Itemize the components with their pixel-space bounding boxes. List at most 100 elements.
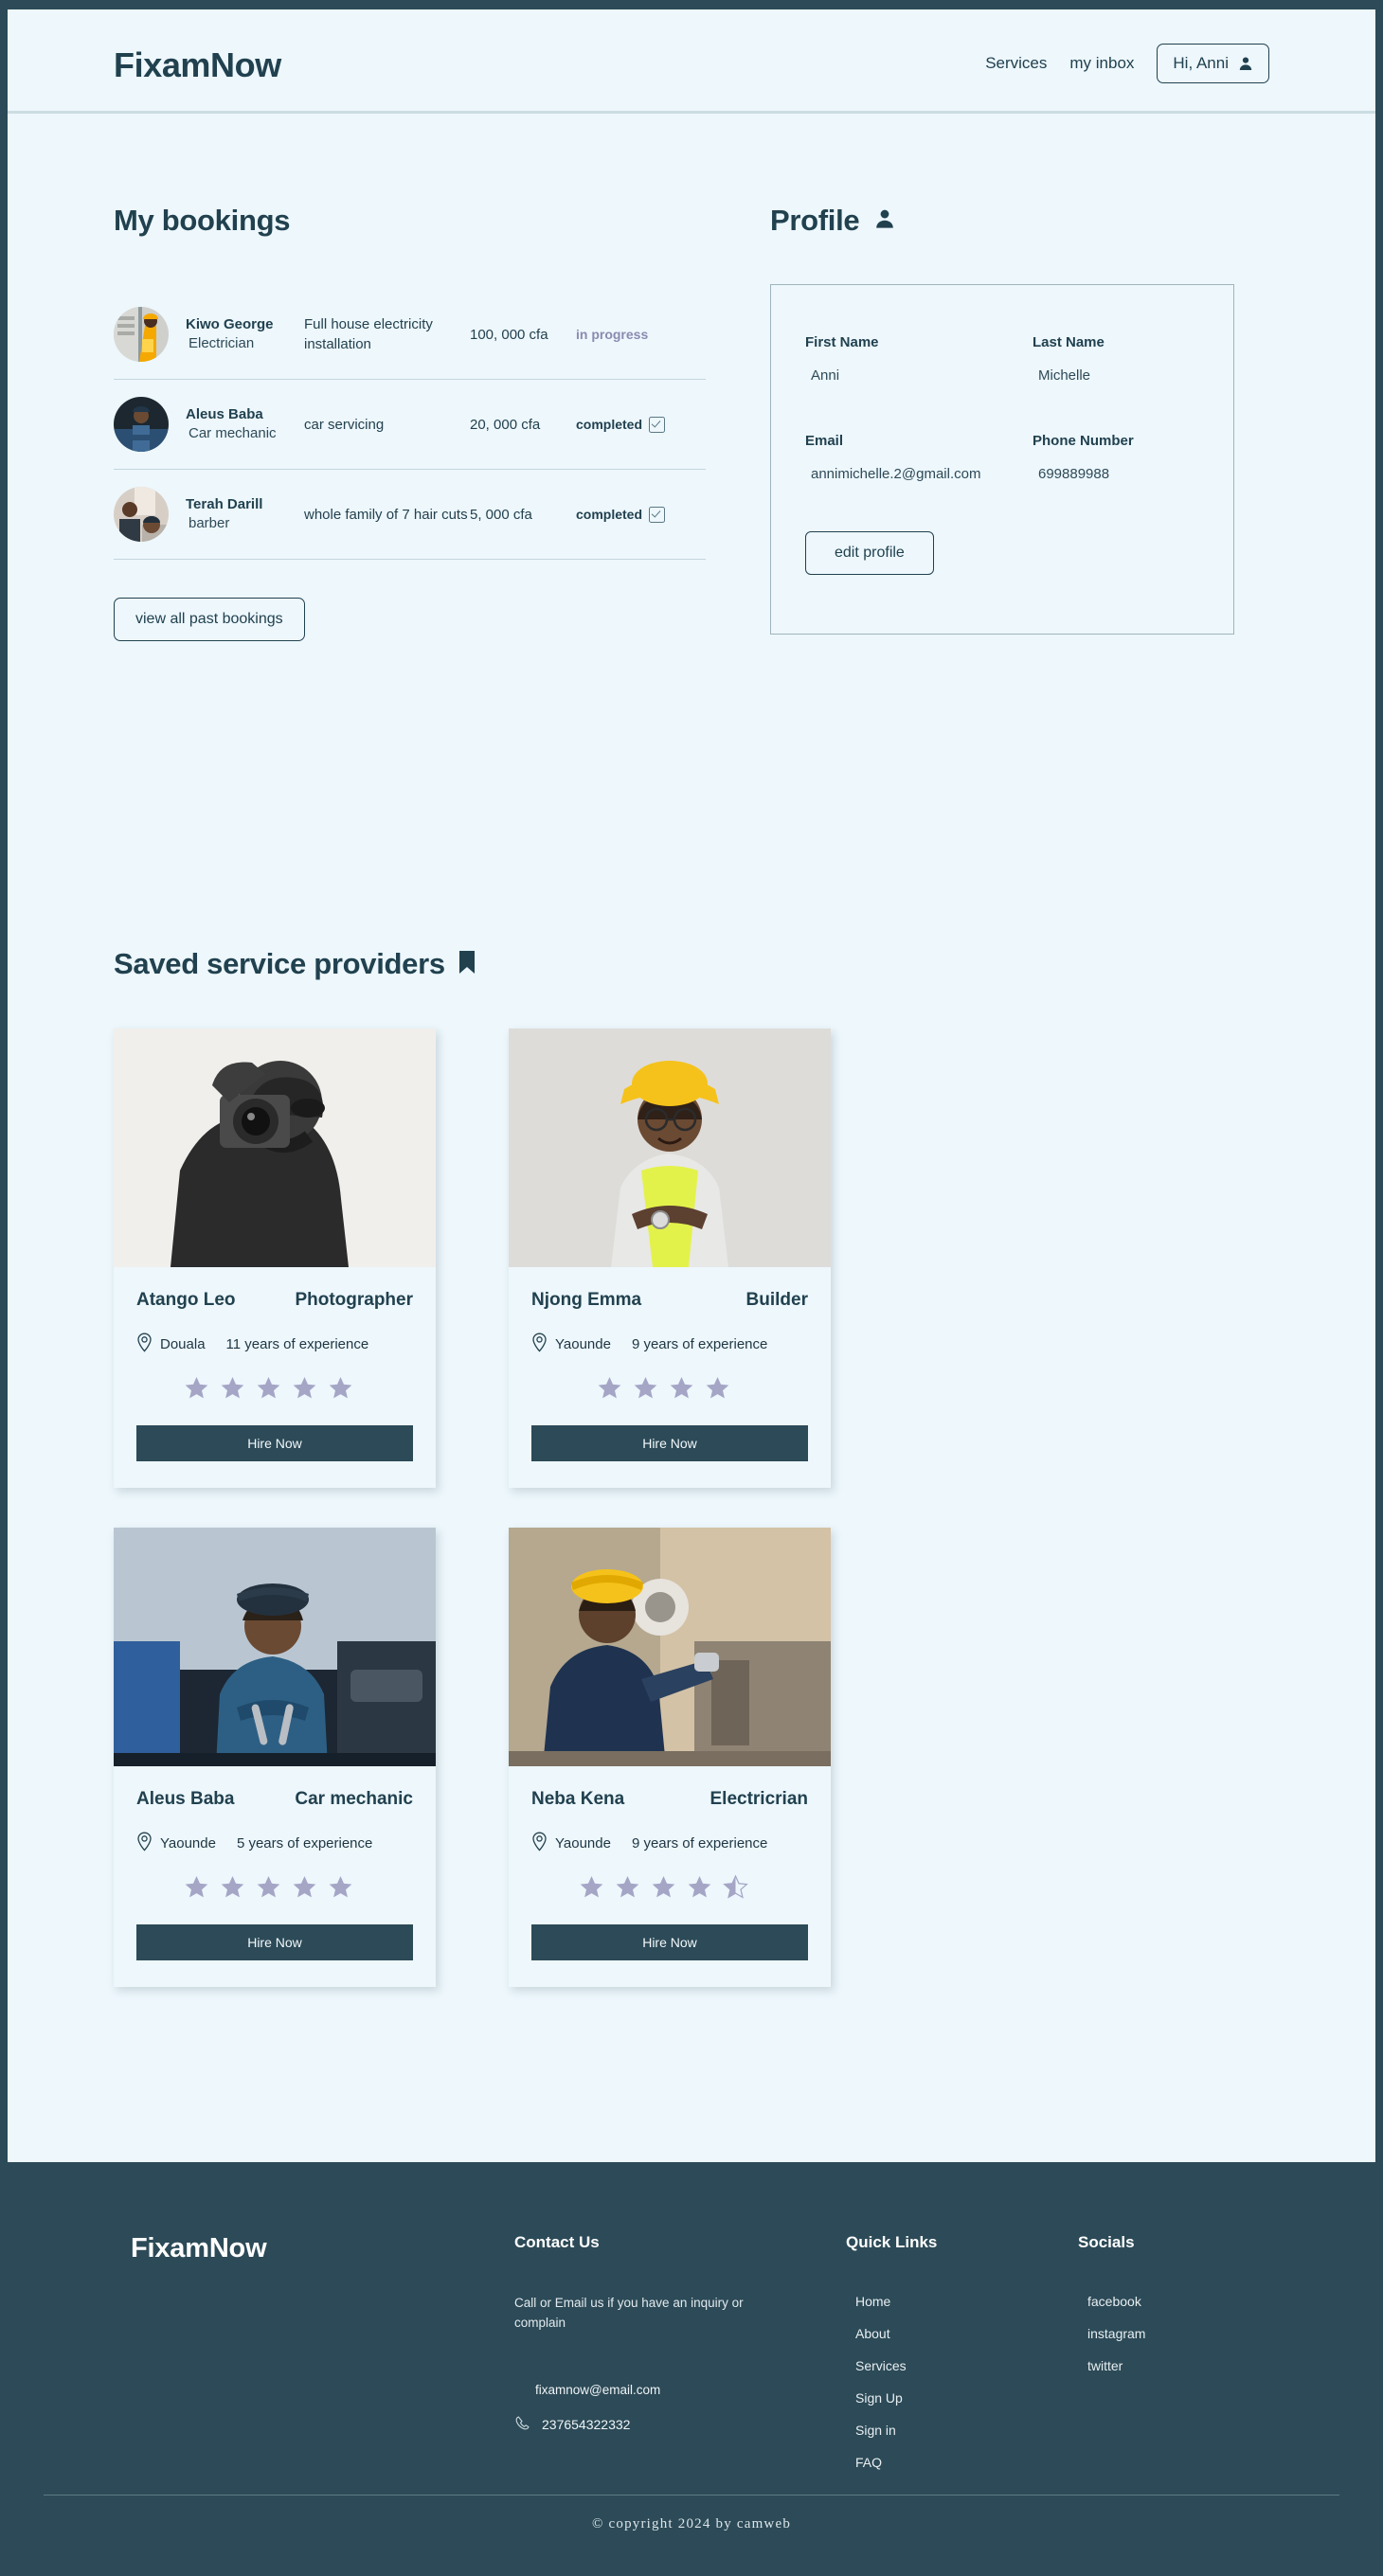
footer-socials-heading: Socials bbox=[1078, 2233, 1135, 2251]
footer-social-facebook[interactable]: facebook bbox=[1078, 2294, 1258, 2309]
provider-identity: Njong Emma Builder bbox=[531, 1290, 808, 1311]
star-icon bbox=[329, 1876, 351, 1898]
booking-provider: Aleus Baba Car mechanic bbox=[186, 405, 304, 444]
check-icon bbox=[649, 506, 666, 523]
star-icon bbox=[185, 1876, 207, 1898]
provider-card[interactable]: Njong Emma Builder Yaounde 9 years of ex… bbox=[509, 1029, 831, 1488]
last-name-label: Last Name bbox=[1033, 334, 1105, 350]
profile-card: First Name Last Name Anni Michelle Email… bbox=[770, 284, 1234, 635]
nav-services[interactable]: Services bbox=[985, 54, 1047, 73]
star-icon bbox=[293, 1377, 315, 1399]
person-icon bbox=[1238, 56, 1253, 71]
provider-card-grid: Atango Leo Photographer Douala 11 years … bbox=[114, 1029, 1279, 1987]
provider-role: Photographer bbox=[295, 1290, 413, 1310]
saved-providers-title: Saved service providers bbox=[114, 947, 445, 980]
booking-provider-role: barber bbox=[189, 515, 230, 531]
star-icon bbox=[293, 1876, 315, 1898]
person-icon bbox=[874, 208, 895, 234]
provider-photo bbox=[509, 1029, 831, 1267]
booking-provider-name: Aleus Baba bbox=[186, 405, 263, 422]
provider-card[interactable]: Aleus Baba Car mechanic Yaounde 5 years … bbox=[114, 1528, 436, 1987]
table-row[interactable]: Kiwo George Electrician Full house elect… bbox=[114, 289, 706, 380]
footer-link-services[interactable]: Services bbox=[846, 2358, 1026, 2373]
hire-now-button[interactable]: Hire Now bbox=[531, 1425, 808, 1461]
app-page: FixamNow Services my inbox Hi, Anni My b… bbox=[8, 9, 1375, 2576]
star-icon bbox=[257, 1876, 279, 1898]
nav-my-inbox[interactable]: my inbox bbox=[1069, 54, 1134, 73]
provider-meta: Yaounde 9 years of experience bbox=[531, 1333, 808, 1356]
provider-experience: 5 years of experience bbox=[236, 1835, 373, 1852]
user-chip-label: Hi, Anni bbox=[1173, 54, 1229, 72]
edit-profile-button[interactable]: edit profile bbox=[805, 531, 934, 575]
provider-identity: Aleus Baba Car mechanic bbox=[136, 1789, 413, 1810]
booking-provider-name: Terah Darill bbox=[186, 495, 263, 512]
provider-name: Atango Leo bbox=[136, 1290, 236, 1310]
star-icon bbox=[221, 1876, 243, 1898]
booking-price: 5, 000 cfa bbox=[470, 506, 532, 523]
saved-providers-header: Saved service providers bbox=[114, 947, 1279, 981]
provider-name: Neba Kena bbox=[531, 1789, 625, 1809]
footer-link-sign-in[interactable]: Sign in bbox=[846, 2423, 1026, 2438]
footer-link-sign-up[interactable]: Sign Up bbox=[846, 2390, 1026, 2406]
star-icon bbox=[221, 1377, 243, 1399]
star-icon bbox=[185, 1377, 207, 1399]
status-badge: completed bbox=[576, 416, 666, 433]
provider-meta: Yaounde 9 years of experience bbox=[531, 1832, 808, 1855]
provider-experience: 11 years of experience bbox=[225, 1336, 369, 1352]
bookings-title: My bookings bbox=[114, 204, 291, 237]
booking-provider-role: Electrician bbox=[189, 335, 255, 351]
table-row[interactable]: Aleus Baba Car mechanic car servicing 20… bbox=[114, 380, 706, 470]
provider-meta: Yaounde 5 years of experience bbox=[136, 1832, 413, 1855]
email-value: annimichelle.2@gmail.com bbox=[811, 466, 981, 482]
footer-social-instagram[interactable]: instagram bbox=[1078, 2326, 1258, 2341]
footer-copyright: © copyright 2024 by camweb bbox=[591, 2516, 792, 2531]
provider-role: Car mechanic bbox=[295, 1789, 413, 1809]
booking-service: Full house electricity installation bbox=[304, 316, 433, 352]
brand-logo[interactable]: FixamNow bbox=[114, 45, 281, 85]
saved-providers-section: Saved service providers Atango Leo Photo… bbox=[114, 947, 1279, 1987]
booking-provider: Terah Darill barber bbox=[186, 495, 304, 534]
booking-price: 100, 000 cfa bbox=[470, 326, 548, 343]
avatar bbox=[114, 487, 169, 542]
booking-provider-name: Kiwo George bbox=[186, 315, 274, 332]
avatar bbox=[114, 307, 169, 362]
location-pin-icon bbox=[531, 1333, 548, 1356]
footer-social-twitter[interactable]: twitter bbox=[1078, 2358, 1258, 2373]
footer-email[interactable]: fixamnow@email.com bbox=[514, 2383, 751, 2397]
footer-contact-column: Contact Us Call or Email us if you have … bbox=[514, 2233, 751, 2434]
view-all-past-bookings-button[interactable]: view all past bookings bbox=[114, 598, 305, 641]
footer-link-home[interactable]: Home bbox=[846, 2294, 1026, 2309]
hire-now-button[interactable]: Hire Now bbox=[531, 1924, 808, 1960]
footer-phone-number: 237654322332 bbox=[542, 2416, 631, 2432]
rating-stars bbox=[531, 1874, 808, 1900]
provider-role: Electricrian bbox=[709, 1789, 809, 1809]
star-icon bbox=[598, 1377, 620, 1399]
phone-value: 699889988 bbox=[1038, 466, 1110, 482]
provider-card-body: Atango Leo Photographer Douala 11 years … bbox=[114, 1290, 436, 1461]
profile-section: Profile First Name Last Name Anni Michel… bbox=[770, 204, 1234, 635]
profile-fields: First Name Last Name Anni Michelle Email… bbox=[805, 334, 1199, 531]
provider-card-body: Aleus Baba Car mechanic Yaounde 5 years … bbox=[114, 1789, 436, 1960]
profile-title: Profile bbox=[770, 204, 860, 237]
user-account-button[interactable]: Hi, Anni bbox=[1157, 44, 1269, 83]
last-name-value: Michelle bbox=[1038, 367, 1091, 384]
hire-now-button[interactable]: Hire Now bbox=[136, 1425, 413, 1461]
footer-link-faq[interactable]: FAQ bbox=[846, 2455, 1026, 2470]
provider-card-body: Njong Emma Builder Yaounde 9 years of ex… bbox=[509, 1290, 831, 1461]
booking-service: car servicing bbox=[304, 416, 385, 433]
profile-header: Profile bbox=[770, 204, 1234, 238]
star-icon bbox=[257, 1377, 279, 1399]
provider-card[interactable]: Atango Leo Photographer Douala 11 years … bbox=[114, 1029, 436, 1488]
footer-brand: FixamNow bbox=[131, 2233, 267, 2263]
star-icon bbox=[670, 1377, 692, 1399]
provider-card[interactable]: Neba Kena Electricrian Yaounde 9 years o… bbox=[509, 1528, 831, 1987]
hire-now-button[interactable]: Hire Now bbox=[136, 1924, 413, 1960]
rating-stars bbox=[136, 1375, 413, 1401]
provider-name: Njong Emma bbox=[531, 1290, 642, 1310]
footer-link-about[interactable]: About bbox=[846, 2326, 1026, 2341]
star-icon bbox=[688, 1876, 710, 1898]
bookings-list: Kiwo George Electrician Full house elect… bbox=[114, 289, 706, 560]
footer-phone[interactable]: 237654322332 bbox=[514, 2415, 751, 2434]
rating-stars bbox=[531, 1375, 808, 1401]
table-row[interactable]: Terah Darill barber whole family of 7 ha… bbox=[114, 470, 706, 560]
